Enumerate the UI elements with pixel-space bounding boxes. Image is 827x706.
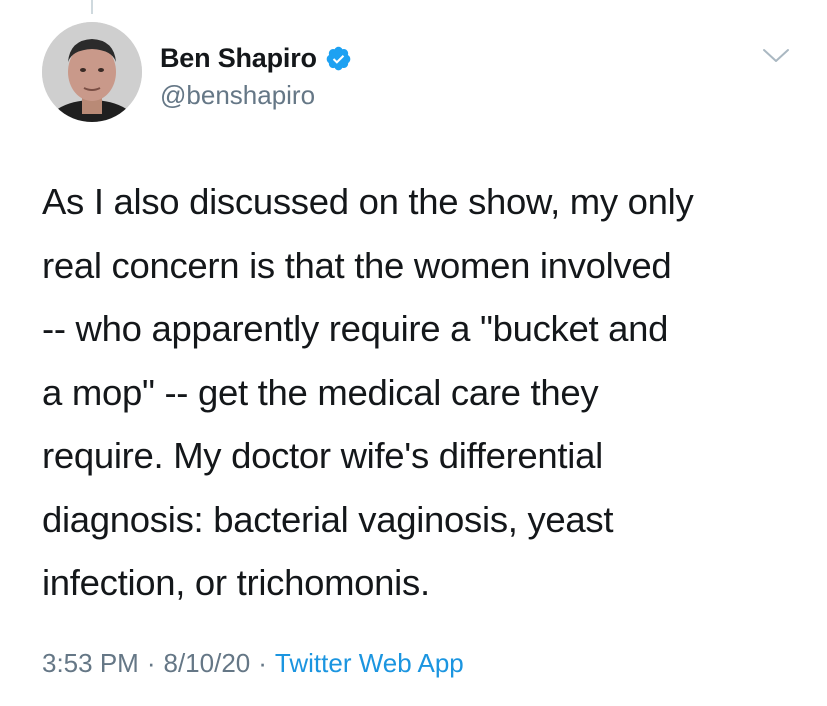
tweet-text-line: real concern is that the women involved: [42, 244, 672, 286]
avatar-image: [42, 22, 142, 122]
tweet-text-line: infection, or trichomonis.: [42, 562, 430, 603]
tweet-date[interactable]: 8/10/20: [164, 648, 251, 678]
meta-separator: ·: [258, 648, 267, 678]
meta-separator: ·: [146, 648, 156, 678]
tweet-text-line: require. My doctor wife's differential: [42, 435, 603, 476]
verified-badge-icon: [325, 45, 352, 72]
tweet-text-line: As I also discussed on the show, my only: [42, 181, 694, 222]
tweet-text-line: -- who apparently require a "bucket and: [42, 308, 669, 349]
avatar[interactable]: [42, 22, 142, 122]
chevron-down-icon[interactable]: [761, 44, 791, 68]
tweet-source-link[interactable]: Twitter Web App: [275, 648, 464, 678]
display-name[interactable]: Ben Shapiro: [160, 43, 317, 74]
user-name-row[interactable]: Ben Shapiro: [160, 40, 352, 76]
tweet-meta: 3:53 PM · 8/10/20 · Twitter Web App: [42, 648, 464, 679]
tweet-text-line: diagnosis: bacterial vaginosis, yeast: [42, 498, 614, 540]
tweet-text: As I also discussed on the show, my only…: [42, 170, 812, 615]
tweet-time[interactable]: 3:53 PM: [42, 648, 139, 678]
user-handle[interactable]: @benshapiro: [160, 80, 315, 111]
tweet-text-line: a mop" -- get the medical care they: [42, 371, 599, 413]
thread-connector-line: [91, 0, 93, 14]
